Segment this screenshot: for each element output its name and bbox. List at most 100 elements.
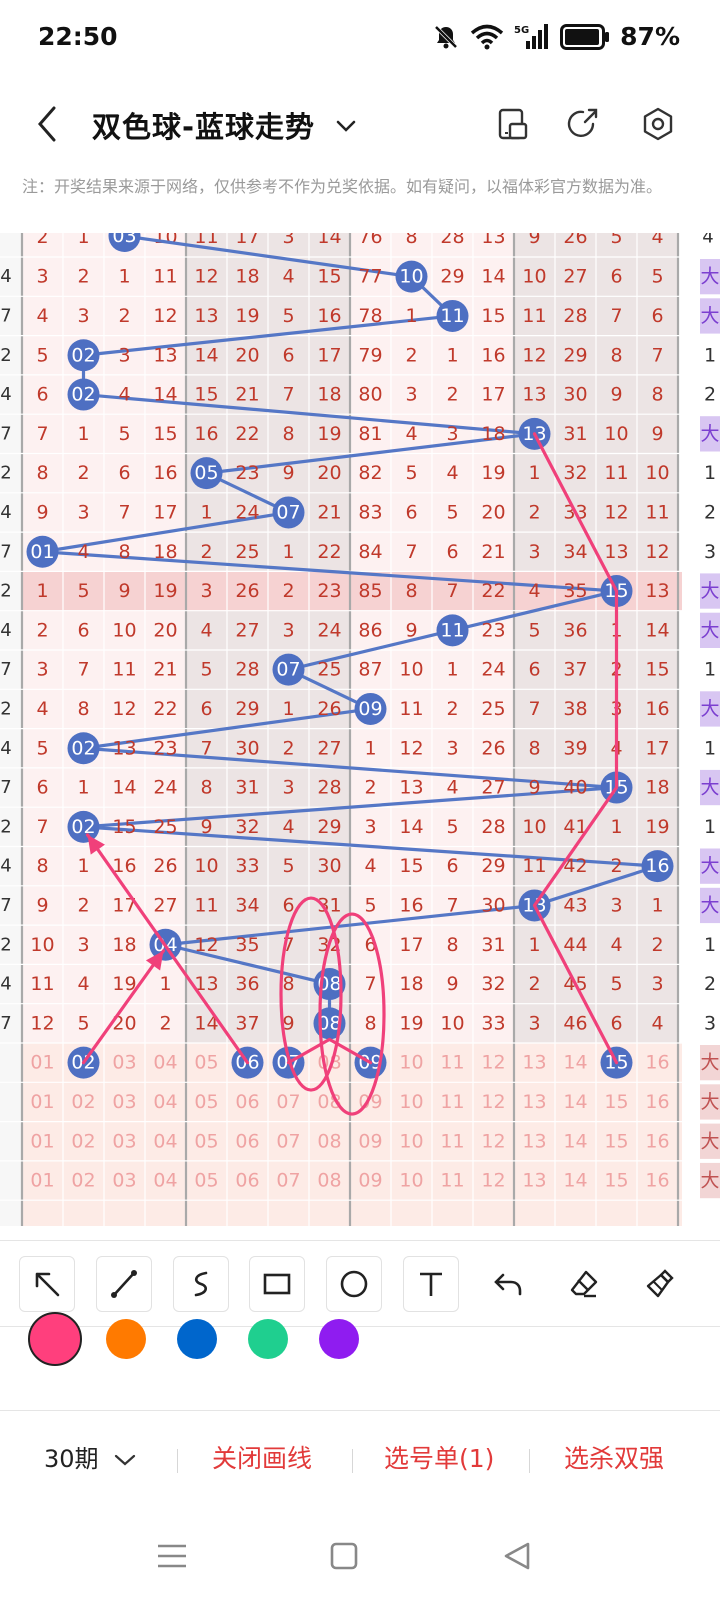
prediction-cell: 08 (317, 1130, 341, 1152)
trend-cell: 28 (235, 659, 259, 681)
trend-cell: 20 (481, 501, 505, 523)
prediction-cell: 14 (563, 1052, 587, 1074)
color-swatch-pink[interactable] (28, 1312, 82, 1366)
trend-cell: 7 (118, 501, 130, 523)
trend-cell: 12 (194, 934, 218, 956)
trend-cell: 17 (153, 501, 177, 523)
size-cell: 3 (704, 541, 716, 563)
trend-cell: 19 (235, 305, 259, 327)
trend-cell: 2 (200, 541, 212, 563)
trend-cell: 1 (528, 462, 540, 484)
trend-cell: 28 (317, 777, 341, 799)
trend-cell: 9 (405, 619, 417, 641)
trend-cell: 5 (36, 344, 48, 366)
trend-cell: 8 (282, 973, 294, 995)
trend-chart-svg[interactable]: 2110111731476828139265444321111218415772… (0, 233, 720, 1226)
trend-cell: 10 (440, 1012, 464, 1034)
hit-ball-number: 01 (30, 541, 54, 563)
trend-cell: 2 (528, 973, 540, 995)
phone-layout-icon[interactable] (492, 104, 532, 144)
page-title[interactable]: 双色球-蓝球走势 (92, 104, 315, 146)
trend-cell: 18 (645, 777, 669, 799)
trend-cell: 8 (282, 423, 294, 445)
arrow-tool[interactable] (19, 1256, 75, 1312)
trend-cell: 10 (522, 266, 546, 288)
color-swatch-purple[interactable] (319, 1319, 359, 1359)
trend-cell: 7 (610, 305, 622, 327)
trend-cell: 7 (446, 894, 458, 916)
chevron-down-icon[interactable] (330, 110, 362, 142)
trend-cell: 8 (405, 580, 417, 602)
trend-cell: 36 (563, 619, 587, 641)
trend-cell: 5 (36, 737, 48, 759)
size-cell: 大 (700, 777, 719, 799)
battery-percent: 87% (620, 22, 680, 51)
trend-cell: 18 (399, 973, 423, 995)
trend-cell: 3 (36, 659, 48, 681)
trend-cell: 12 (30, 1012, 54, 1034)
share-icon[interactable] (563, 104, 603, 144)
curve-tool[interactable] (173, 1256, 229, 1312)
trend-cell: 6 (610, 1012, 622, 1034)
undo-tool[interactable] (480, 1256, 536, 1312)
trend-cell: 84 (358, 541, 382, 563)
trend-cell: 15 (153, 423, 177, 445)
trend-cell: 2 (446, 698, 458, 720)
trend-chart[interactable]: 2110111731476828139265444321111218415772… (0, 233, 720, 1226)
trend-cell: 13 (604, 541, 628, 563)
home-square-icon[interactable] (322, 1534, 366, 1578)
prediction-cell: 06 (235, 1130, 259, 1152)
trend-cell: 4 (36, 305, 48, 327)
color-swatch-green[interactable] (248, 1319, 288, 1359)
trend-cell: 30 (563, 384, 587, 406)
prediction-cell: 11 (440, 1170, 464, 1192)
back-arrow-icon[interactable] (28, 102, 68, 146)
selection-list-button[interactable]: 选号单(1) (384, 1439, 494, 1475)
trend-cell: 8 (118, 541, 130, 563)
trend-cell: 5 (282, 305, 294, 327)
rectangle-tool[interactable] (249, 1256, 305, 1312)
broom-icon (646, 1269, 674, 1298)
trend-cell: 27 (563, 266, 587, 288)
prediction-cell: 04 (153, 1170, 177, 1192)
trend-cell: 3 (364, 816, 376, 838)
close-lines-button[interactable]: 关闭画线 (212, 1439, 312, 1475)
trend-cell: 8 (36, 855, 48, 877)
trend-cell: 27 (153, 894, 177, 916)
trend-cell: 19 (317, 423, 341, 445)
prediction-cell: 05 (194, 1052, 218, 1074)
prediction-cell: 05 (194, 1130, 218, 1152)
trend-cell: 85 (358, 580, 382, 602)
color-swatch-blue[interactable] (177, 1319, 217, 1359)
trend-cell: 26 (235, 580, 259, 602)
prediction-cell: 13 (522, 1130, 546, 1152)
settings-hexagon-icon[interactable] (638, 104, 678, 144)
trend-cell: 16 (399, 894, 423, 916)
period-selector[interactable]: 30期 (44, 1439, 138, 1474)
text-tool[interactable] (403, 1256, 459, 1312)
trend-cell: 9 (36, 894, 48, 916)
edge-cell: 4 (0, 502, 11, 523)
trend-cell: 8 (200, 777, 212, 799)
line-tool[interactable] (96, 1256, 152, 1312)
trend-cell: 18 (153, 541, 177, 563)
trend-cell: 3 (77, 501, 89, 523)
trend-cell: 15 (481, 305, 505, 327)
back-triangle-icon[interactable] (496, 1534, 540, 1578)
prediction-cell: 15 (604, 1091, 628, 1113)
divider (529, 1449, 530, 1473)
circle-tool[interactable] (326, 1256, 382, 1312)
eraser-tool[interactable] (556, 1256, 612, 1312)
kill-double-button[interactable]: 选杀双强 (564, 1439, 664, 1475)
trend-cell: 18 (481, 423, 505, 445)
clear-tool[interactable] (633, 1256, 689, 1312)
trend-cell: 20 (235, 344, 259, 366)
trend-cell: 7 (446, 580, 458, 602)
trend-cell: 31 (563, 423, 587, 445)
trend-cell: 4 (118, 384, 130, 406)
trend-cell: 7 (528, 698, 540, 720)
prediction-cell: 15 (604, 1130, 628, 1152)
menu-icon[interactable] (150, 1534, 194, 1578)
trend-cell: 4 (528, 580, 540, 602)
color-swatch-orange[interactable] (106, 1319, 146, 1359)
